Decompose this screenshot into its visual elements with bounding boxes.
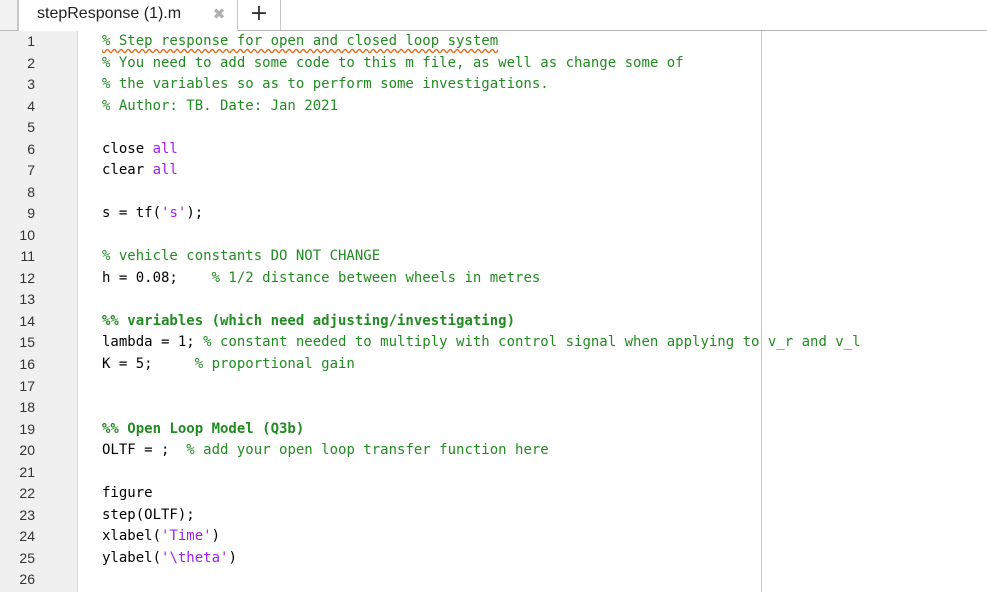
code-text: figure [102, 485, 153, 502]
code-text: close [102, 140, 153, 157]
line-number[interactable]: 3 [0, 74, 35, 96]
line-number[interactable]: 5 [0, 117, 35, 139]
line-number[interactable]: 18 [0, 397, 35, 419]
code-line-21[interactable] [102, 462, 861, 484]
line-number[interactable]: 10 [0, 225, 35, 247]
line-number[interactable]: 24 [0, 526, 35, 548]
line-number[interactable]: 17 [0, 376, 35, 398]
code-line-25[interactable]: ylabel('\theta') [102, 548, 861, 570]
code-line-18[interactable] [102, 397, 861, 419]
code-line-20[interactable]: OLTF = ; % add your open loop transfer f… [102, 440, 861, 462]
section-header-text: %% Open Loop Model (Q3b) [102, 420, 305, 437]
code-text: ) [228, 549, 237, 566]
line-number[interactable]: 16 [0, 354, 35, 376]
line-number[interactable]: 1 [0, 31, 35, 53]
line-number[interactable]: 15 [0, 332, 35, 354]
code-line-12[interactable]: h = 0.08; % 1/2 distance between wheels … [102, 268, 861, 290]
code-text: clear [102, 162, 153, 179]
line-number[interactable]: 9 [0, 203, 35, 225]
code-text: h = 0.08; [102, 269, 212, 286]
line-number[interactable]: 6 [0, 139, 35, 161]
code-line-13[interactable] [102, 289, 861, 311]
line-number[interactable]: 12 [0, 268, 35, 290]
plus-icon: + [249, 1, 269, 26]
code-text: ) [211, 528, 221, 545]
line-number[interactable]: 26 [0, 569, 35, 591]
code-line-17[interactable] [102, 376, 861, 398]
code-line-26[interactable] [102, 569, 861, 591]
line-number[interactable]: 4 [0, 96, 35, 118]
line-number[interactable]: 22 [0, 483, 35, 505]
line-number[interactable]: 21 [0, 462, 35, 484]
string-text: 's' [161, 205, 187, 222]
code-line-7[interactable]: clear all [102, 160, 861, 182]
line-numbers: 1 2 3 4 5 6 7 8 9 10 11 12 13 14 15 16 17 18 19 20 21 22 23 24 2… [0, 31, 35, 591]
code-text: step(OLTF); [102, 506, 195, 523]
code-text: K = 5; [102, 355, 195, 372]
comment-text: % constant needed to multiply with contr… [203, 334, 861, 351]
line-number[interactable]: 14 [0, 311, 35, 333]
close-icon[interactable]: ✖ [211, 5, 227, 23]
new-tab-button[interactable]: + [238, 0, 281, 31]
comment-text: % Step response for open and closed loop… [102, 33, 499, 49]
code-line-16[interactable]: K = 5; % proportional gain [102, 354, 861, 376]
code-line-8[interactable] [102, 182, 861, 204]
code-text: s = tf( [102, 205, 162, 222]
tab-stepresponse[interactable]: stepResponse (1).m ✖ [18, 0, 238, 31]
line-number[interactable]: 25 [0, 548, 35, 570]
code-text: ); [186, 205, 204, 222]
code-line-19[interactable]: %% Open Loop Model (Q3b) [102, 419, 861, 441]
code-line-24[interactable]: xlabel('Time') [102, 526, 861, 548]
code-text: OLTF = ; [102, 442, 187, 459]
string-text: 'Time' [161, 528, 212, 545]
code-line-3[interactable]: % the variables so as to perform some in… [102, 74, 861, 96]
code-line-1[interactable]: % Step response for open and closed loop… [102, 31, 861, 53]
tab-title: stepResponse (1).m [37, 5, 182, 22]
tab-bar: stepResponse (1).m ✖ + [0, 0, 987, 31]
line-number[interactable]: 8 [0, 182, 35, 204]
code-lines[interactable]: % Step response for open and closed loop… [102, 31, 861, 591]
line-number[interactable]: 2 [0, 53, 35, 75]
code-text: xlabel( [102, 528, 162, 545]
comment-text: % Author: TB. Date: Jan 2021 [102, 97, 339, 114]
line-number[interactable]: 19 [0, 419, 35, 441]
comment-text: % 1/2 distance between wheels in metres [211, 269, 541, 286]
keyword-text: all [152, 140, 178, 157]
comment-text: % add your open loop transfer function h… [186, 442, 549, 459]
code-line-2[interactable]: % You need to add some code to this m fi… [102, 53, 861, 75]
line-number[interactable]: 20 [0, 440, 35, 462]
code-line-9[interactable]: s = tf('s'); [102, 203, 861, 225]
code-line-10[interactable] [102, 225, 861, 247]
code-line-14[interactable]: %% variables (which need adjusting/inves… [102, 311, 861, 333]
string-text: '\theta' [161, 549, 229, 566]
code-line-4[interactable]: % Author: TB. Date: Jan 2021 [102, 96, 861, 118]
line-number[interactable]: 13 [0, 289, 35, 311]
line-number[interactable]: 23 [0, 505, 35, 527]
code-text: lambda = 1; [102, 334, 204, 351]
code-line-5[interactable] [102, 117, 861, 139]
section-header-text: %% variables (which need adjusting/inves… [102, 312, 516, 329]
code-line-6[interactable]: close all [102, 139, 861, 161]
comment-text: % proportional gain [194, 355, 355, 372]
line-number[interactable]: 7 [0, 160, 35, 182]
comment-text: % vehicle constants DO NOT CHANGE [102, 248, 381, 265]
tab-scroll-handle[interactable] [0, 0, 18, 31]
code-line-23[interactable]: step(OLTF); [102, 505, 861, 527]
keyword-text: all [152, 162, 178, 179]
code-line-11[interactable]: % vehicle constants DO NOT CHANGE [102, 246, 861, 268]
comment-text: % the variables so as to perform some in… [102, 76, 549, 93]
line-number[interactable]: 11 [0, 246, 35, 268]
comment-text: % You need to add some code to this m fi… [102, 54, 684, 71]
code-line-15[interactable]: lambda = 1; % constant needed to multipl… [102, 332, 861, 354]
code-line-22[interactable]: figure [102, 483, 861, 505]
code-text: ylabel( [102, 549, 162, 566]
